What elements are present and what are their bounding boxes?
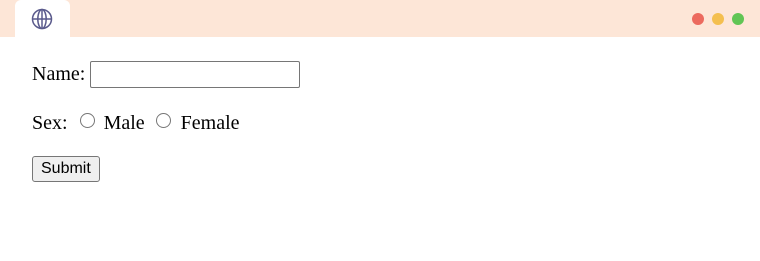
female-radio[interactable] [155,112,171,128]
female-radio-label[interactable]: Female [181,112,240,135]
browser-tab[interactable] [15,0,70,37]
male-radio-label[interactable]: Male [104,112,145,135]
name-label: Name: [32,62,86,85]
submit-row: Submit [32,156,732,182]
browser-titlebar [0,0,760,37]
male-radio[interactable] [79,112,95,128]
maximize-window-button[interactable] [732,13,744,25]
minimize-window-button[interactable] [712,13,724,25]
sex-label: Sex: [32,111,68,134]
name-row: Name: [32,60,732,88]
globe-icon [31,8,53,30]
sex-row: Sex: Male Female [32,111,732,135]
name-input[interactable] [90,60,301,88]
form: Name: Sex: Male Female Submit [32,60,732,182]
window-controls [692,13,744,25]
submit-button[interactable]: Submit [32,156,100,182]
close-window-button[interactable] [692,13,704,25]
